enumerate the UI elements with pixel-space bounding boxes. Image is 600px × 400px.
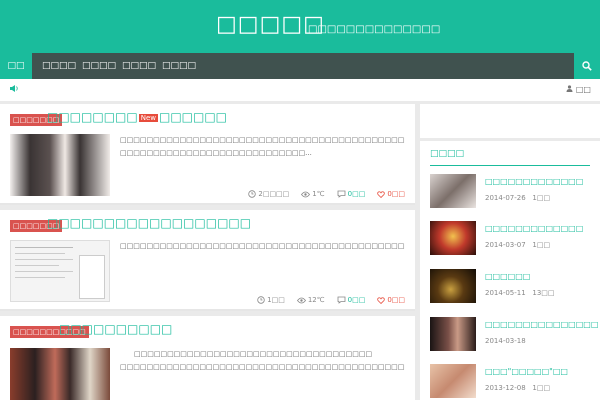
- sidebar-item-thumbnail[interactable]: [430, 364, 476, 398]
- sidebar-item-thumbnail[interactable]: [430, 221, 476, 255]
- eye-icon: [296, 297, 306, 303]
- sidebar-item[interactable]: □□□□□□□□□□□□□ 2014-03-07 1□□: [430, 221, 590, 257]
- post-likes[interactable]: 0□□: [377, 296, 405, 304]
- sidebar-item[interactable]: □□□"□□□□□"□□ 2013-12-08 1□□: [430, 364, 590, 400]
- sidebar-item-title[interactable]: □□□"□□□□□"□□: [485, 367, 568, 376]
- main-nav: □□ □□□□ □□□□ □□□□ □□□□: [0, 53, 600, 79]
- post-date: 2□□□□: [248, 190, 289, 198]
- notice-bar: □□: [0, 79, 600, 101]
- sidebar-item[interactable]: □□□□□□ 2014-05-11 13□□: [430, 269, 590, 305]
- post-card: □□□□□□□□□□□ □□□□□□□□□□ □□□□□□□□□□□□□□□□□…: [0, 316, 415, 400]
- login-link[interactable]: □□: [566, 85, 591, 94]
- login-label: □□: [575, 85, 591, 94]
- site-header: □□□□□ □□□□□□□□□□□□□□: [0, 0, 600, 53]
- divider: [430, 165, 590, 166]
- sidebar-item-title[interactable]: □□□□□□: [485, 272, 530, 281]
- search-icon: [582, 61, 592, 71]
- post-comments[interactable]: 0□□: [337, 296, 365, 304]
- sidebar-item-title[interactable]: □□□□□□□□□□□□□: [485, 224, 583, 233]
- search-button[interactable]: [574, 53, 600, 79]
- sidebar-item-title[interactable]: □□□□□□□□□□□□□□□: [485, 320, 598, 329]
- post-views: 12℃: [296, 296, 325, 304]
- post-title[interactable]: □□□□□□□□□□□□□□□□□□: [47, 216, 251, 230]
- sidebar-related: □□□□ □□□□□□□□□□□□□ 2014-07-26 1□□ □□□□□□…: [420, 141, 600, 400]
- post-title[interactable]: □□□□□□□□ New □□□□□□: [47, 110, 227, 124]
- post-date: 1□□: [257, 296, 285, 304]
- user-icon: [566, 85, 573, 92]
- heart-icon: [377, 190, 386, 198]
- sidebar-item-thumbnail[interactable]: [430, 174, 476, 208]
- post-likes[interactable]: 0□□: [377, 190, 405, 198]
- post-excerpt: □□□□□□□□□□□□□□□□□□□□□□□□□□□□□□□□□□□□□□□□…: [120, 136, 405, 157]
- site-subtitle: □□□□□□□□□□□□□□: [308, 24, 441, 35]
- post-thumbnail[interactable]: [10, 134, 110, 196]
- post-thumbnail[interactable]: [10, 348, 110, 400]
- nav-item-2[interactable]: □□□□: [80, 53, 118, 79]
- comment-icon: [337, 190, 346, 198]
- nav-item-4[interactable]: □□□□: [160, 53, 198, 79]
- post-card: □□□□□□□ □□□□□□□□□□□□□□□□□□ □□□□□□□□□□□□□…: [0, 210, 415, 311]
- post-excerpt: □□□□□□□□□□□□□□□□□□□□□□□□□□□□□□□□□□□□□□□□…: [120, 242, 405, 250]
- post-meta: 2□□□□ 1℃ 0□□ 0□□: [248, 190, 405, 198]
- post-excerpt: □□□□□□□□□□□□□□□□□□□□□□□□□□□□□□□□□□□□ □□□…: [120, 350, 405, 371]
- sidebar-item-meta: 2014-07-26 1□□: [485, 194, 551, 202]
- sidebar-item-thumbnail[interactable]: [430, 317, 476, 351]
- post-thumbnail[interactable]: [10, 240, 110, 302]
- nav-home[interactable]: □□: [0, 53, 32, 79]
- sidebar-item-meta: 2014-03-07 1□□: [485, 241, 551, 249]
- clock-icon: [257, 296, 265, 304]
- post-comments[interactable]: 0□□: [337, 190, 365, 198]
- sidebar-item-meta: 2014-03-18: [485, 337, 526, 345]
- post-title-text: □□□□□□□□: [47, 110, 138, 124]
- sidebar-item[interactable]: □□□□□□□□□□□□□□□ 2014-03-18: [430, 317, 598, 353]
- sidebar-heading: □□□□: [430, 149, 465, 159]
- post-title[interactable]: □□□□□□□□□□: [59, 322, 172, 336]
- sidebar-item-title[interactable]: □□□□□□□□□□□□□: [485, 177, 583, 186]
- post-title-text: □□□□□□: [158, 110, 228, 124]
- sidebar-item[interactable]: □□□□□□□□□□□□□ 2014-07-26 1□□: [430, 174, 590, 210]
- new-badge: New: [138, 113, 158, 122]
- nav-item-1[interactable]: □□□□: [40, 53, 78, 79]
- sidebar-item-thumbnail[interactable]: [430, 269, 476, 303]
- sidebar-item-meta: 2014-05-11 13□□: [485, 289, 555, 297]
- post-views: 1℃: [301, 190, 325, 198]
- post-meta: 1□□ 12℃ 0□□ 0□□: [257, 296, 405, 304]
- comment-icon: [337, 296, 346, 304]
- eye-icon: [301, 191, 311, 197]
- sidebar-item-meta: 2013-12-08 1□□: [485, 384, 551, 392]
- clock-icon: [248, 190, 257, 198]
- speaker-icon: [10, 85, 18, 92]
- heart-icon: [377, 296, 386, 304]
- sidebar-widget-empty: [420, 104, 600, 138]
- nav-item-3[interactable]: □□□□: [120, 53, 158, 79]
- post-card: □□□□□□□ □□□□□□□□ New □□□□□□ □□□□□□□□□□□□□□…: [0, 104, 415, 205]
